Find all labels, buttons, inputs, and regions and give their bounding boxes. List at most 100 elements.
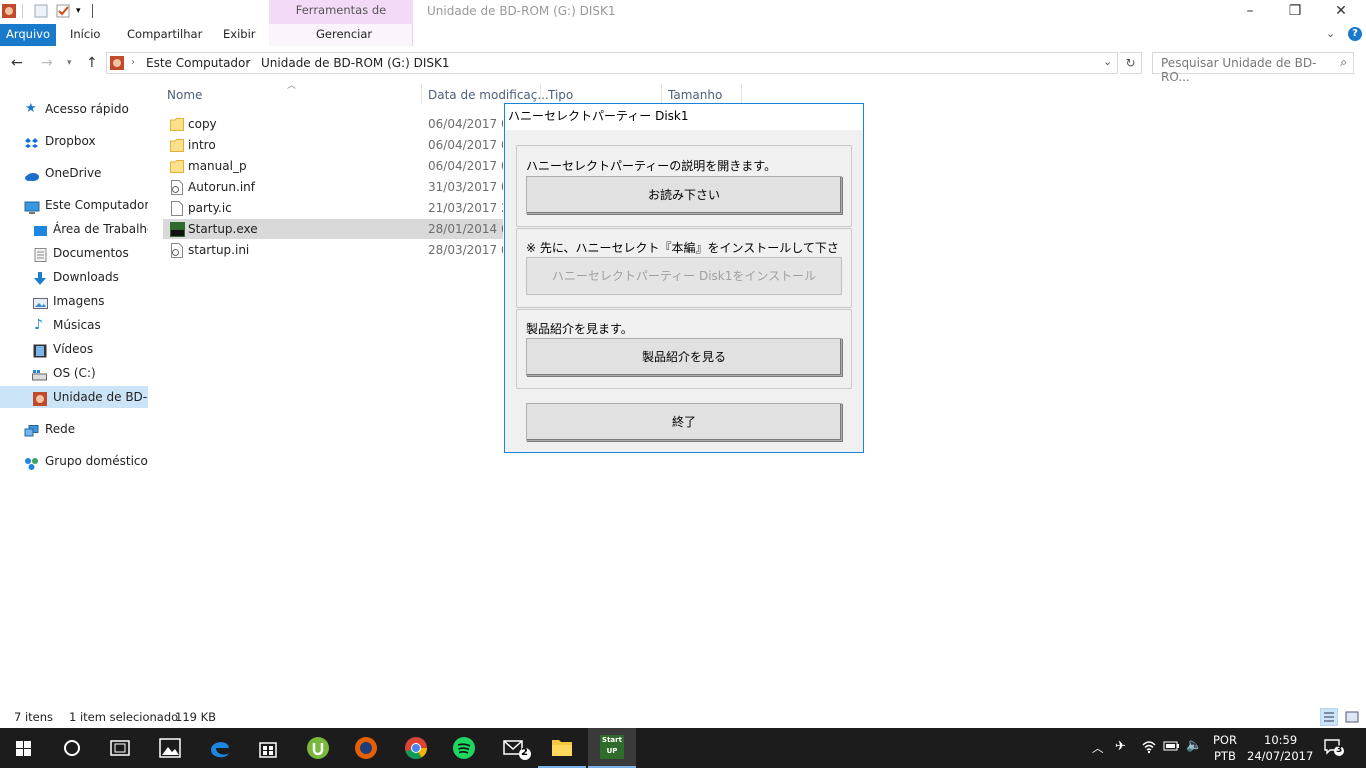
tab-exibir[interactable]: Exibir [223, 24, 256, 46]
taskbar: 2 Start UP ︿ ✈ 🔈 POR PTB 10:59 24/07/201… [0, 728, 1366, 768]
file-row-autorun[interactable]: Autorun.inf 31/03/2017 04: [163, 177, 503, 197]
settings-file-icon [170, 243, 184, 258]
column-separator[interactable] [661, 84, 662, 104]
windows-start-icon[interactable] [0, 728, 48, 768]
help-icon[interactable]: ? [1348, 27, 1362, 41]
column-header-data[interactable]: Data de modificaç... [428, 88, 549, 102]
utorrent-icon[interactable] [294, 728, 342, 768]
file-name: manual_p [188, 159, 247, 173]
properties-icon[interactable] [34, 4, 48, 18]
volume-icon[interactable]: 🔈 [1186, 738, 1202, 753]
exit-button[interactable]: 終了 [526, 403, 842, 441]
column-header-nome[interactable]: Nome [167, 88, 202, 102]
battery-icon[interactable] [1163, 739, 1181, 756]
nav-area-de-trabalho[interactable]: Área de Trabalho [0, 218, 148, 240]
nav-onedrive[interactable]: OneDrive [0, 162, 148, 184]
file-explorer-icon[interactable] [538, 728, 586, 768]
bluetooth-tray-icon[interactable]: ✈ [1115, 739, 1126, 754]
details-view-icon[interactable] [1320, 708, 1338, 726]
file-row-party-ic[interactable]: party.ic 21/03/2017 22: [163, 198, 503, 218]
breadcrumb-current-drive[interactable]: Unidade de BD-ROM (G:) DISK1 [261, 56, 450, 70]
tab-gerenciar[interactable]: Gerenciar [316, 24, 372, 46]
selection-count: 1 item selecionado [69, 710, 179, 724]
file-row-intro[interactable]: intro 06/04/2017 05: [163, 135, 503, 155]
column-header-tamanho[interactable]: Tamanho [668, 88, 722, 102]
cortana-search-icon[interactable] [48, 728, 96, 768]
spotify-icon[interactable] [440, 728, 488, 768]
file-date: 06/04/2017 05: [428, 117, 503, 131]
folder-icon [170, 159, 184, 174]
clock-date[interactable]: 24/07/2017 [1247, 749, 1313, 763]
refresh-icon[interactable]: ↻ [1120, 52, 1142, 74]
nav-dropbox[interactable]: Dropbox [0, 130, 148, 152]
show-hidden-icons-icon[interactable]: ︿ [1092, 740, 1104, 756]
large-icons-view-icon[interactable] [1343, 708, 1361, 726]
recent-dropdown-icon[interactable]: ▾ [67, 58, 72, 68]
nav-os-c[interactable]: OS (C:) [0, 362, 148, 384]
tab-inicio[interactable]: Início [70, 24, 100, 46]
read-manual-button[interactable]: お読み下さい [526, 176, 842, 214]
nav-este-computador[interactable]: Este Computador [0, 194, 148, 216]
close-button[interactable]: ✕ [1321, 2, 1361, 22]
nav-label: Área de Trabalho [53, 222, 148, 236]
restore-button[interactable]: ❐ [1275, 2, 1315, 22]
clock-time[interactable]: 10:59 [1264, 733, 1297, 747]
nav-videos[interactable]: Vídeos [0, 338, 148, 360]
nav-label: Imagens [53, 294, 105, 308]
film-icon [33, 343, 47, 358]
nav-label: Grupo doméstico [45, 454, 148, 468]
nav-downloads[interactable]: Downloads [0, 266, 148, 288]
column-header-tipo[interactable]: Tipo [548, 88, 573, 102]
star-icon: ★ [25, 101, 37, 116]
edge-browser-icon[interactable] [196, 728, 244, 768]
forward-arrow-icon[interactable]: → [41, 55, 53, 71]
up-arrow-icon[interactable]: ↑ [86, 55, 98, 71]
breadcrumb-este-computador[interactable]: Este Computador [146, 56, 250, 70]
address-bar[interactable]: › Este Computador › Unidade de BD-ROM (G… [106, 52, 1118, 74]
disc-drive-icon [33, 391, 47, 406]
column-separator[interactable] [741, 84, 742, 104]
notification-count: 3 [1336, 745, 1343, 755]
settings-file-icon [170, 180, 184, 195]
store-icon[interactable] [244, 728, 292, 768]
language-bottom[interactable]: PTB [1214, 749, 1236, 763]
status-bar: 7 itens 1 item selecionado 119 KB [0, 706, 1366, 728]
column-separator[interactable] [421, 84, 422, 104]
language-top[interactable]: POR [1213, 733, 1237, 747]
nav-documentos[interactable]: Documentos [0, 242, 148, 264]
ribbon-expand-icon[interactable]: ⌄ [1326, 27, 1335, 40]
firefox-icon[interactable] [342, 728, 390, 768]
cloud-icon [24, 167, 39, 181]
file-row-copy[interactable]: copy 06/04/2017 05: [163, 114, 503, 134]
checkmark-icon[interactable] [56, 4, 70, 18]
nav-rede[interactable]: Rede [0, 418, 148, 440]
column-separator[interactable] [540, 84, 541, 104]
address-dropdown-icon[interactable]: ⌄ [1103, 55, 1112, 68]
tab-arquivo[interactable]: Arquivo [0, 24, 56, 46]
file-row-startup-ini[interactable]: startup.ini 28/03/2017 08: [163, 240, 503, 260]
task-view-icon[interactable] [96, 728, 144, 768]
install-disk1-button[interactable]: ハニーセレクトパーティー Disk1をインストール [526, 257, 842, 295]
search-placeholder: Pesquisar Unidade de BD-RO... [1161, 56, 1317, 84]
photos-app-icon[interactable] [146, 728, 194, 768]
wifi-icon[interactable] [1141, 738, 1157, 757]
product-intro-button[interactable]: 製品紹介を見る [526, 338, 842, 376]
nav-acesso-rapido[interactable]: ★ Acesso rápido [0, 98, 148, 120]
nav-grupo-domestico[interactable]: Grupo doméstico [0, 450, 148, 472]
nav-bd-rom[interactable]: Unidade de BD-ROM (G:) DISK1 [0, 386, 148, 408]
tab-compartilhar[interactable]: Compartilhar [127, 24, 202, 46]
selection-size: 119 KB [175, 710, 217, 724]
mail-icon[interactable]: 2 [490, 728, 538, 768]
chrome-icon[interactable] [392, 728, 440, 768]
search-input[interactable]: Pesquisar Unidade de BD-RO... ⌕ [1152, 52, 1354, 84]
startup-app-taskbar-icon[interactable]: Start UP [588, 728, 636, 768]
back-arrow-icon[interactable]: ← [11, 55, 23, 71]
app-drive-icon [2, 4, 16, 18]
nav-musicas[interactable]: ♪ Músicas [0, 314, 148, 336]
file-row-manual-p[interactable]: manual_p 06/04/2017 05: [163, 156, 503, 176]
mail-badge: 2 [521, 747, 528, 758]
file-row-startup-exe[interactable]: Startup.exe 28/01/2014 04: [163, 219, 503, 239]
minimize-button[interactable]: – [1230, 2, 1270, 22]
nav-imagens[interactable]: Imagens [0, 290, 148, 312]
qa-dropdown-icon[interactable]: ▾ [76, 4, 90, 18]
